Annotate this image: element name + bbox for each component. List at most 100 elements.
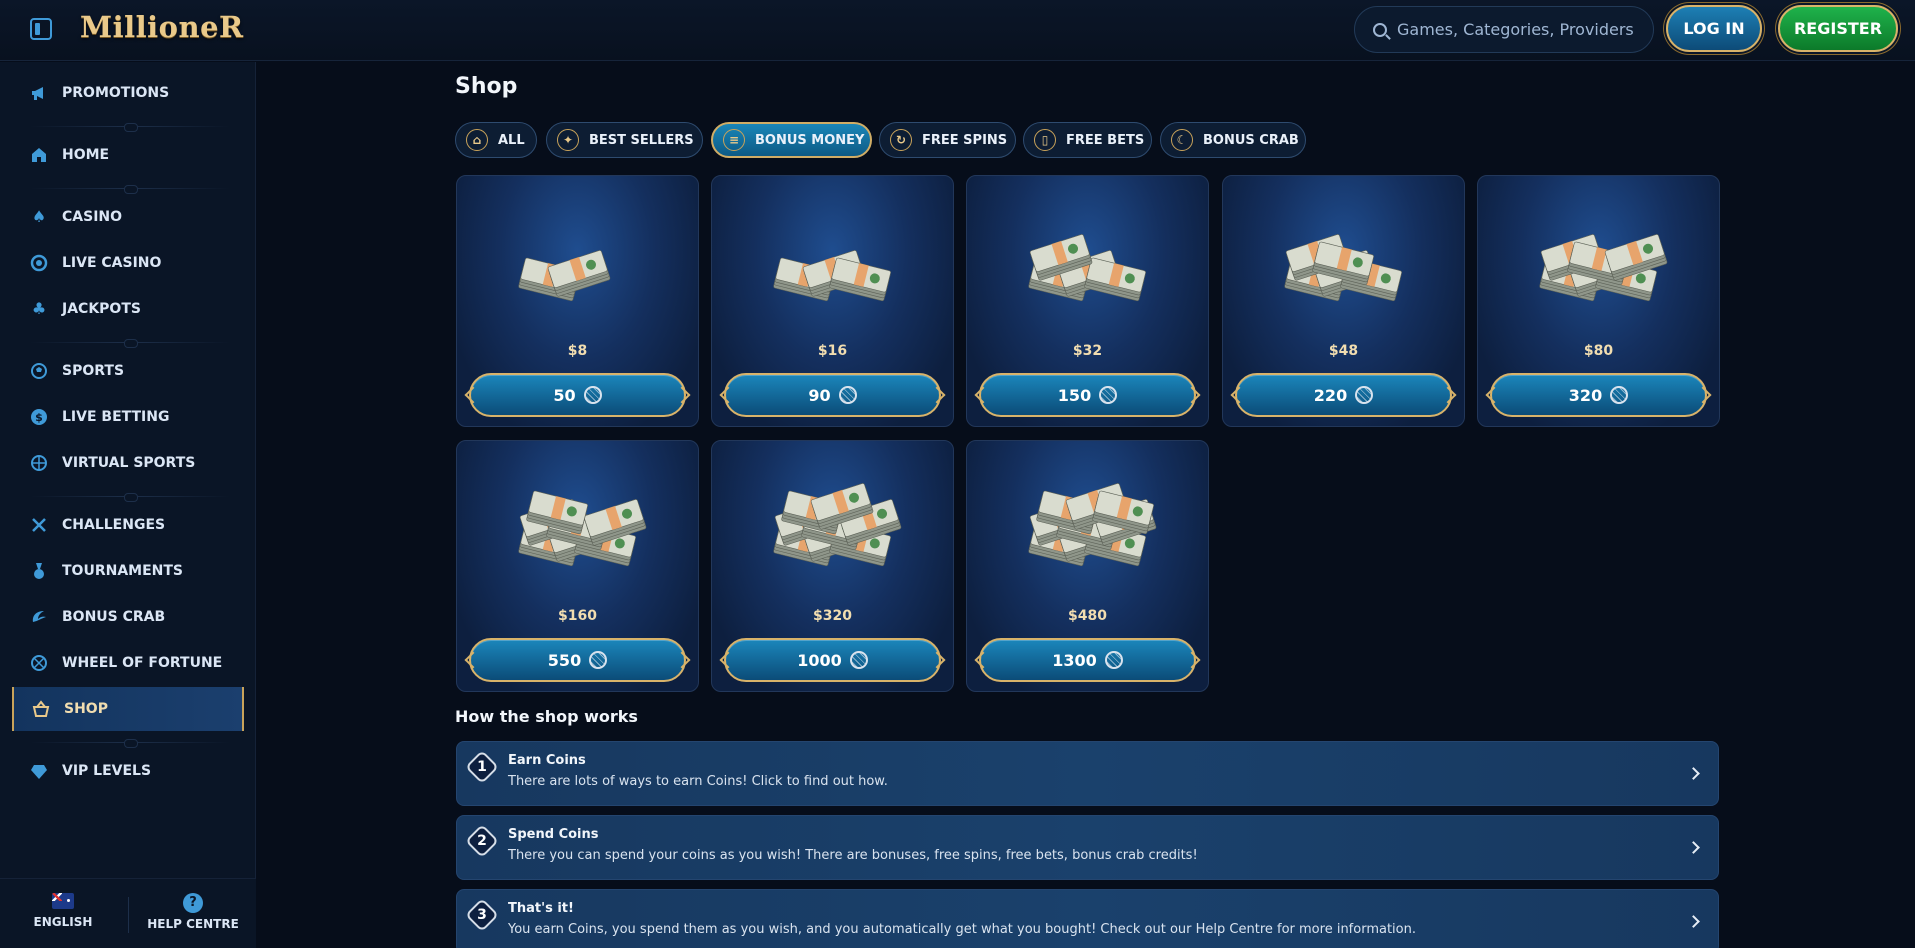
product-card[interactable]: $160 550 <box>456 440 699 692</box>
tab-bonus-crab[interactable]: ☾ BONUS CRAB <box>1160 122 1306 158</box>
chevron-right-icon <box>1687 841 1700 854</box>
step-number-badge: 2 <box>465 824 499 858</box>
logo[interactable]: MillioneR <box>80 10 244 44</box>
divider <box>30 185 230 194</box>
bonus-value: $32 <box>1072 343 1103 359</box>
sidebar-item-label: JACKPOTS <box>62 301 141 317</box>
cash-stack-image <box>1538 234 1667 302</box>
tab-free-bets[interactable]: ▯ FREE BETS <box>1023 122 1152 158</box>
bonus-value: $320 <box>813 608 852 624</box>
product-card[interactable]: $48 220 <box>1222 175 1465 427</box>
step-earn-coins[interactable]: 1 Earn Coins There are lots of ways to e… <box>456 741 1719 806</box>
product-card[interactable]: $32 150 <box>966 175 1209 427</box>
basket-icon: ⌂ <box>466 129 488 151</box>
sidebar-item-promotions[interactable]: PROMOTIONS <box>12 71 244 115</box>
coin-cost: 50 <box>553 385 576 405</box>
sidebar-item-live-casino[interactable]: LIVE CASINO <box>12 241 244 285</box>
chip-icon <box>30 254 48 272</box>
tab-all[interactable]: ⌂ ALL <box>455 122 537 158</box>
sidebar-item-label: LIVE CASINO <box>62 255 162 271</box>
sidebar-toggle-icon[interactable] <box>30 18 52 40</box>
tab-label: FREE SPINS <box>922 132 1008 148</box>
buy-button[interactable]: 1300 <box>979 638 1196 682</box>
cash-stack-image <box>517 250 610 302</box>
buy-button[interactable]: 1000 <box>724 638 941 682</box>
step-description: There are lots of ways to earn Coins! Cl… <box>508 774 888 789</box>
bonus-value: $160 <box>558 608 597 624</box>
sidebar-item-vip-levels[interactable]: VIP LEVELS <box>12 749 244 793</box>
sidebar-item-wheel-of-fortune[interactable]: WHEEL OF FORTUNE <box>12 641 244 685</box>
coin-cost: 1300 <box>1052 650 1097 670</box>
sidebar: PROMOTIONS HOME ♠ CASINO LIVE CASINO ♣ J… <box>0 62 256 948</box>
divider <box>128 897 129 933</box>
tab-label: ALL <box>498 132 525 148</box>
sidebar-item-shop[interactable]: SHOP <box>12 687 244 731</box>
step-description: You earn Coins, you spend them as you wi… <box>508 922 1416 937</box>
sidebar-item-virtual-sports[interactable]: VIRTUAL SPORTS <box>12 441 244 485</box>
sidebar-item-casino[interactable]: ♠ CASINO <box>12 195 244 239</box>
register-button[interactable]: REGISTER <box>1778 5 1898 52</box>
chevron-right-icon <box>1687 767 1700 780</box>
buy-button[interactable]: 150 <box>979 373 1196 417</box>
coin-icon <box>1104 651 1123 669</box>
buy-button[interactable]: 550 <box>469 638 686 682</box>
dollar-coin-icon: $ <box>30 408 48 426</box>
badge-icon: ✦ <box>557 129 579 151</box>
buy-button[interactable]: 320 <box>1490 373 1707 417</box>
sidebar-item-bonus-crab[interactable]: BONUS CRAB <box>12 595 244 639</box>
language-label: ENGLISH <box>33 915 93 929</box>
coin-cost: 220 <box>1313 385 1348 405</box>
divider <box>30 493 230 502</box>
tab-bonus-money[interactable]: ≡ BONUS MONEY <box>711 122 872 158</box>
coin-icon <box>838 386 857 404</box>
product-card[interactable]: $16 90 <box>711 175 954 427</box>
clover-icon: ♣ <box>31 299 47 318</box>
step-title: Spend Coins <box>508 827 599 842</box>
sidebar-item-jackpots[interactable]: ♣ JACKPOTS <box>12 287 244 331</box>
tab-label: BONUS CRAB <box>1203 132 1299 148</box>
chevron-right-icon <box>1687 915 1700 928</box>
bonus-value: $16 <box>817 343 848 359</box>
help-centre-link[interactable]: ? HELP CENTRE <box>138 893 248 931</box>
search-icon <box>1373 22 1387 37</box>
svg-text:$: $ <box>35 411 43 424</box>
tab-free-spins[interactable]: ↻ FREE SPINS <box>879 122 1016 158</box>
step-description: There you can spend your coins as you wi… <box>508 848 1198 863</box>
step-spend-coins[interactable]: 2 Spend Coins There you can spend your c… <box>456 815 1719 880</box>
product-card[interactable]: $8 50 <box>456 175 699 427</box>
sidebar-item-label: SHOP <box>64 701 108 717</box>
tab-label: BONUS MONEY <box>755 132 865 148</box>
search-input[interactable]: Games, Categories, Providers <box>1354 6 1654 53</box>
coin-icon <box>589 651 608 669</box>
step-number-badge: 3 <box>465 898 499 932</box>
step-thats-it[interactable]: 3 That's it! You earn Coins, you spend t… <box>456 889 1719 948</box>
bonus-value: $8 <box>567 343 588 359</box>
language-selector[interactable]: ENGLISH <box>8 893 118 929</box>
buy-button[interactable]: 220 <box>1235 373 1452 417</box>
tab-label: BEST SELLERS <box>589 132 694 148</box>
bonus-value: $48 <box>1328 343 1359 359</box>
diamond-icon <box>30 762 48 780</box>
step-title: Earn Coins <box>508 753 586 768</box>
buy-button[interactable]: 50 <box>469 373 686 417</box>
sidebar-item-tournaments[interactable]: TOURNAMENTS <box>12 549 244 593</box>
product-card[interactable]: $320 1000 <box>711 440 954 692</box>
product-card[interactable]: $480 1300 <box>966 440 1209 692</box>
sidebar-item-label: LIVE BETTING <box>62 409 170 425</box>
sidebar-item-live-betting[interactable]: $ LIVE BETTING <box>12 395 244 439</box>
login-button[interactable]: LOG IN <box>1666 5 1762 52</box>
sidebar-item-label: VIRTUAL SPORTS <box>62 455 196 471</box>
tab-best-sellers[interactable]: ✦ BEST SELLERS <box>546 122 703 158</box>
sidebar-item-home[interactable]: HOME <box>12 133 244 177</box>
sidebar-item-label: VIP LEVELS <box>62 763 152 779</box>
megaphone-icon <box>30 84 48 102</box>
cash-stack-image <box>1283 234 1402 302</box>
product-card[interactable]: $80 320 <box>1477 175 1720 427</box>
sidebar-item-label: TOURNAMENTS <box>62 563 183 579</box>
cash-stack-image <box>1027 483 1156 567</box>
buy-button[interactable]: 90 <box>724 373 941 417</box>
tab-label: FREE BETS <box>1066 132 1145 148</box>
sidebar-item-sports[interactable]: SPORTS <box>12 349 244 393</box>
sidebar-item-challenges[interactable]: CHALLENGES <box>12 503 244 547</box>
spin-icon: ↻ <box>890 129 912 151</box>
